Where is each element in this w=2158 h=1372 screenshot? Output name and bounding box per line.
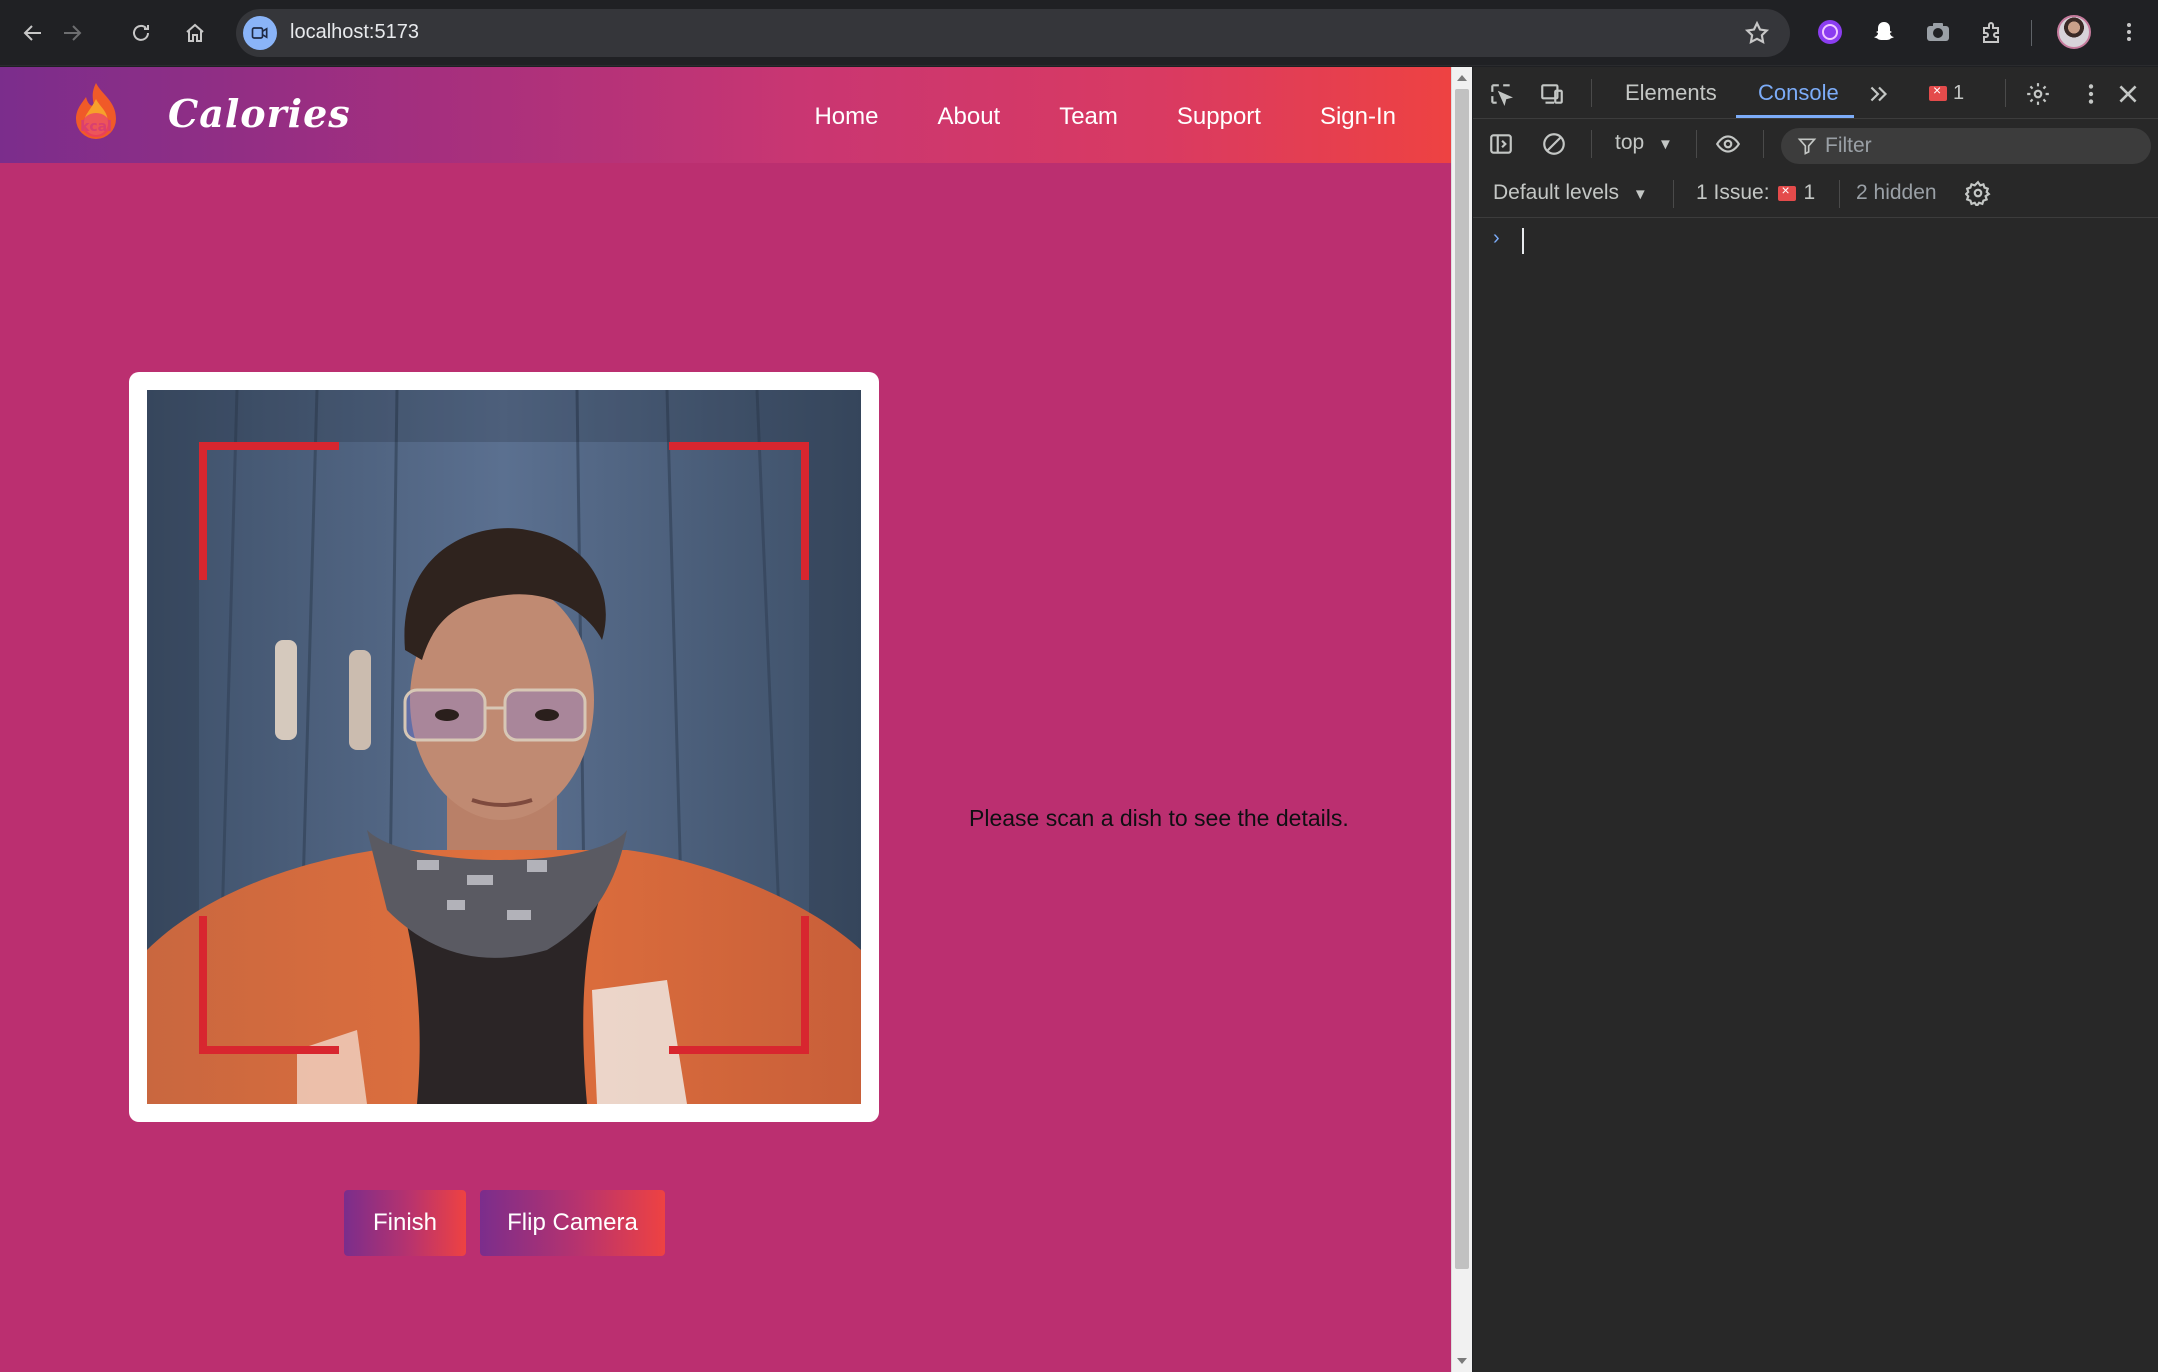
tab-elements[interactable]: Elements xyxy=(1625,80,1717,106)
scroll-down-arrow-icon[interactable] xyxy=(1457,1358,1467,1364)
device-toolbar-icon[interactable] xyxy=(1537,79,1567,109)
issues-count: 1 xyxy=(1803,181,1816,204)
settings-gear-icon[interactable] xyxy=(2023,79,2053,109)
toolbar-separator xyxy=(1763,130,1764,158)
console-settings-gear-icon[interactable] xyxy=(1963,178,1993,208)
toolbar-divider xyxy=(2031,20,2032,46)
devtools-menu-icon[interactable] xyxy=(2076,79,2106,109)
back-icon[interactable] xyxy=(13,13,53,53)
profile-avatar[interactable] xyxy=(2057,15,2091,49)
logo-text: kcal xyxy=(80,119,112,135)
nav-home[interactable]: Home xyxy=(814,103,878,131)
log-levels-dropdown[interactable]: Default levels ▼ xyxy=(1493,181,1648,205)
error-count-badge[interactable]: 1 xyxy=(1929,82,1964,105)
error-flag-icon xyxy=(1929,82,1947,101)
nav-sign-in[interactable]: Sign-In xyxy=(1320,103,1396,131)
live-expression-eye-icon[interactable] xyxy=(1713,129,1743,159)
console-filter-input[interactable]: Filter xyxy=(1781,128,2151,164)
camera-frame xyxy=(129,372,879,1122)
page-scrollbar[interactable] xyxy=(1451,67,1472,1372)
nav-about[interactable]: About xyxy=(937,103,1000,131)
inspect-element-icon[interactable] xyxy=(1486,79,1516,109)
context-select[interactable]: top ▼ xyxy=(1615,131,1673,155)
flame-logo-icon[interactable]: kcal xyxy=(68,81,124,143)
toolbar-separator xyxy=(1673,180,1674,208)
toolbar-separator xyxy=(1591,79,1592,107)
context-value: top xyxy=(1615,131,1645,154)
browser-toolbar: localhost:5173 xyxy=(0,0,2158,66)
issue-flag-icon xyxy=(1777,182,1796,201)
issues-button[interactable]: 1 Issue: 1 xyxy=(1696,181,1815,205)
address-bar[interactable]: localhost:5173 xyxy=(236,9,1790,57)
chevron-down-icon: ▼ xyxy=(1632,186,1648,203)
clear-console-icon[interactable] xyxy=(1539,129,1569,159)
camera-preview-image xyxy=(147,390,861,1104)
console-prompt-chevron-icon: › xyxy=(1493,227,1500,249)
scrollbar-thumb[interactable] xyxy=(1455,89,1469,1269)
console-levels-bar: Default levels ▼ 1 Issue: 1 2 hidden xyxy=(1473,168,2158,218)
forward-icon[interactable] xyxy=(52,13,92,53)
devtools-panel: Elements Console 1 top ▼ xyxy=(1473,67,2158,1372)
app-header: kcal Calories Home About Team Support Si… xyxy=(0,67,1451,163)
brand-title[interactable]: Calories xyxy=(168,91,351,136)
tab-console[interactable]: Console xyxy=(1758,80,1839,106)
reload-icon[interactable] xyxy=(121,13,161,53)
chevron-down-icon: ▼ xyxy=(1658,136,1673,153)
scan-message: Please scan a dish to see the details. xyxy=(969,805,1349,831)
camera-icon[interactable] xyxy=(1921,15,1955,49)
site-info-icon[interactable] xyxy=(243,16,277,50)
more-tabs-icon[interactable] xyxy=(1864,79,1894,109)
snapchat-icon[interactable] xyxy=(1867,15,1901,49)
issues-label: 1 Issue: xyxy=(1696,181,1770,204)
active-tab-indicator xyxy=(1736,115,1854,118)
close-icon[interactable] xyxy=(2113,79,2143,109)
error-count: 1 xyxy=(1953,82,1965,104)
flip-camera-button[interactable]: Flip Camera xyxy=(480,1190,665,1256)
menu-kebab-icon[interactable] xyxy=(2112,15,2146,49)
camera-feed xyxy=(147,390,861,1104)
puzzle-extensions-icon[interactable] xyxy=(1975,15,2009,49)
nav-support[interactable]: Support xyxy=(1177,103,1261,131)
devtools-tabbar: Elements Console 1 xyxy=(1473,67,2158,119)
home-icon[interactable] xyxy=(175,13,215,53)
log-levels-label: Default levels xyxy=(1493,181,1620,204)
toolbar-separator xyxy=(2005,79,2006,107)
scroll-up-arrow-icon[interactable] xyxy=(1457,75,1467,81)
main-nav: Home About Team Support Sign-In xyxy=(814,103,1396,131)
sidebar-toggle-icon[interactable] xyxy=(1486,129,1516,159)
console-toolbar: top ▼ Filter xyxy=(1473,120,2158,168)
toolbar-separator xyxy=(1696,130,1697,158)
toolbar-separator xyxy=(1591,130,1592,158)
filter-placeholder: Filter xyxy=(1825,134,1872,157)
hidden-messages-count: 2 hidden xyxy=(1856,181,1937,204)
console-input[interactable] xyxy=(1522,228,1524,254)
toolbar-separator xyxy=(1839,180,1840,208)
nav-team[interactable]: Team xyxy=(1059,103,1118,131)
extension-icon[interactable] xyxy=(1813,15,1847,49)
finish-button[interactable]: Finish xyxy=(344,1190,466,1256)
url-text[interactable]: localhost:5173 xyxy=(290,21,419,44)
filter-icon xyxy=(1797,138,1817,155)
bookmark-star-icon[interactable] xyxy=(1744,20,1770,51)
web-page: kcal Calories Home About Team Support Si… xyxy=(0,67,1451,1372)
